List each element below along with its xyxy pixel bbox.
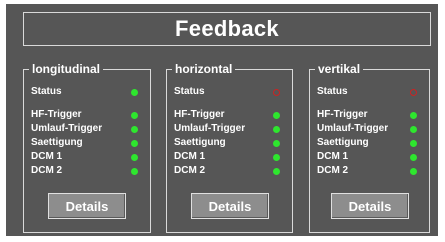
signal-row-dcm1: DCM 1	[317, 150, 417, 164]
signal-row-umlauf-trigger: Umlauf-Trigger	[174, 122, 280, 136]
signal-row-dcm2: DCM 2	[174, 164, 280, 178]
signal-label: HF-Trigger	[31, 109, 82, 120]
signal-label: DCM 2	[317, 165, 349, 176]
group-vertikal: vertikal Status HF-Trigger Umlauf-Trigge…	[309, 61, 430, 233]
signal-label: Saettigung	[31, 137, 83, 148]
feedback-panel: Feedback longitudinal Status HF-Trigger …	[6, 4, 438, 236]
signal-label: DCM 1	[31, 151, 63, 162]
group-longitudinal: longitudinal Status HF-Trigger Umlauf-Tr…	[23, 61, 151, 233]
signal-row-dcm1: DCM 1	[174, 150, 280, 164]
signal-led-icon	[410, 168, 417, 175]
status-row: Status	[31, 85, 138, 99]
signal-led-icon	[273, 168, 280, 175]
signal-led-icon	[131, 126, 138, 133]
signal-label: DCM 2	[31, 165, 63, 176]
signal-led-icon	[131, 112, 138, 119]
signal-label: Umlauf-Trigger	[31, 123, 103, 134]
signal-row-dcm2: DCM 2	[31, 164, 138, 178]
status-row: Status	[174, 85, 280, 99]
signal-row-dcm2: DCM 2	[317, 164, 417, 178]
details-button[interactable]: Details	[191, 193, 269, 219]
signal-label: DCM 1	[317, 151, 349, 162]
status-label: Status	[317, 86, 348, 97]
signal-row-hf-trigger: HF-Trigger	[174, 108, 280, 122]
signal-label: Saettigung	[174, 137, 226, 148]
signal-row-hf-trigger: HF-Trigger	[31, 108, 138, 122]
group-horizontal: horizontal Status HF-Trigger Umlauf-Trig…	[166, 61, 293, 233]
signal-row-umlauf-trigger: Umlauf-Trigger	[31, 122, 138, 136]
group-legend: horizontal	[172, 61, 236, 77]
group-legend: longitudinal	[29, 61, 103, 77]
signal-led-icon	[273, 154, 280, 161]
signal-led-icon	[410, 126, 417, 133]
signal-led-icon	[131, 168, 138, 175]
signal-label: Umlauf-Trigger	[317, 123, 389, 134]
status-label: Status	[174, 86, 205, 97]
details-button[interactable]: Details	[331, 193, 409, 219]
signal-label: HF-Trigger	[317, 109, 368, 120]
signal-led-icon	[273, 112, 280, 119]
signal-row-umlauf-trigger: Umlauf-Trigger	[317, 122, 417, 136]
status-led-icon	[273, 89, 280, 96]
details-button[interactable]: Details	[48, 193, 126, 219]
signal-row-saettigung: Saettigung	[174, 136, 280, 150]
status-row: Status	[317, 85, 417, 99]
signal-led-icon	[131, 140, 138, 147]
signal-label: Umlauf-Trigger	[174, 123, 246, 134]
signal-led-icon	[273, 140, 280, 147]
signal-led-icon	[410, 112, 417, 119]
signal-led-icon	[273, 126, 280, 133]
signal-label: Saettigung	[317, 137, 369, 148]
status-led-icon	[410, 89, 417, 96]
status-label: Status	[31, 86, 62, 97]
signal-row-hf-trigger: HF-Trigger	[317, 108, 417, 122]
signal-led-icon	[410, 140, 417, 147]
signal-row-dcm1: DCM 1	[31, 150, 138, 164]
group-legend: vertikal	[315, 61, 364, 77]
signal-led-icon	[131, 154, 138, 161]
page-title: Feedback	[23, 12, 431, 46]
signal-row-saettigung: Saettigung	[317, 136, 417, 150]
signal-label: HF-Trigger	[174, 109, 225, 120]
signal-label: DCM 2	[174, 165, 206, 176]
status-led-icon	[131, 89, 138, 96]
signal-row-saettigung: Saettigung	[31, 136, 138, 150]
signal-led-icon	[410, 154, 417, 161]
signal-label: DCM 1	[174, 151, 206, 162]
